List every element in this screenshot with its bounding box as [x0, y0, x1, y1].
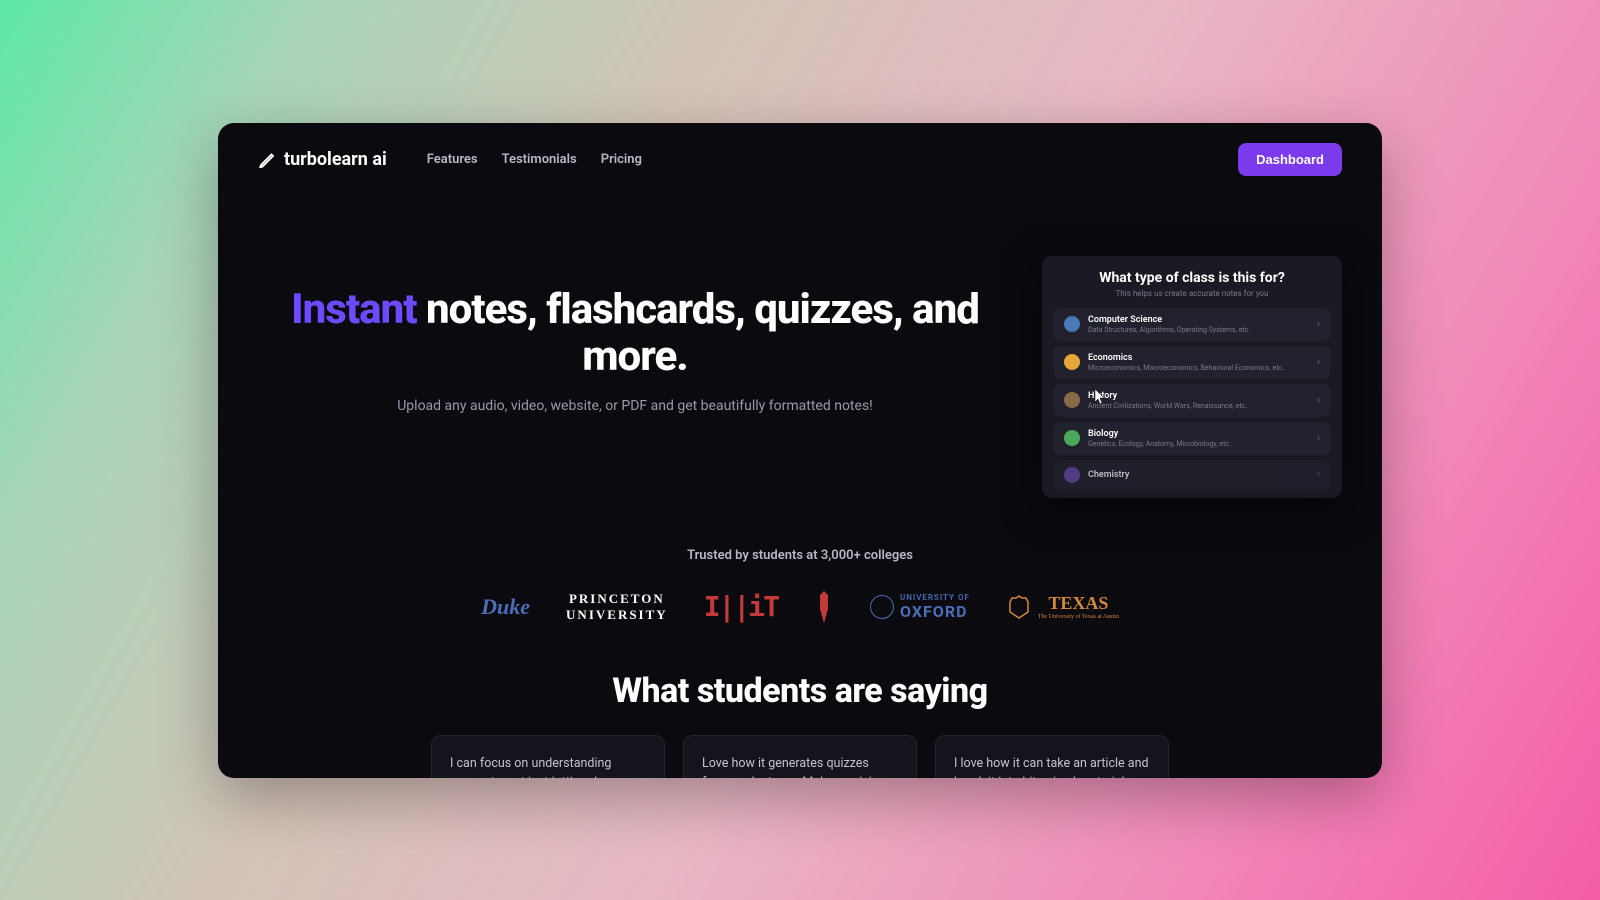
- logo-duke: Duke: [481, 587, 530, 627]
- class-option-computer-science[interactable]: Computer ScienceData Structures, Algorit…: [1054, 308, 1330, 341]
- modal-title: What type of class is this for?: [1054, 270, 1330, 286]
- class-name: Economics: [1088, 353, 1309, 363]
- class-option-biology[interactable]: BiologyGenetics, Ecology, Anatomy, Micro…: [1054, 422, 1330, 455]
- class-option-history[interactable]: HistoryAncient Civilizations, World Wars…: [1054, 384, 1330, 417]
- hero-section: Instant notes, flashcards, quizzes, and …: [218, 196, 1382, 518]
- class-desc: Genetics, Ecology, Anatomy, Microbiology…: [1088, 440, 1309, 448]
- chevron-right-icon: ›: [1317, 319, 1320, 330]
- class-subject-icon: [1064, 354, 1080, 370]
- testimonials-heading: What students are saying: [218, 671, 1382, 711]
- logo-mit: I||iT: [704, 587, 778, 627]
- testimonial-card: I love how it can take an article and br…: [935, 735, 1169, 778]
- app-window: turbolearn ai Features Testimonials Pric…: [218, 123, 1382, 778]
- brand-text: turbolearn ai: [284, 149, 387, 170]
- logo-oxford: UNIVERSITY OFOXFORD: [870, 587, 970, 627]
- testimonials-row: I can focus on understanding concepts, n…: [218, 711, 1382, 778]
- class-name: Biology: [1088, 429, 1309, 439]
- class-type-modal: What type of class is this for? This hel…: [1042, 256, 1342, 498]
- oxford-seal-icon: [870, 595, 894, 619]
- class-subject-icon: [1064, 316, 1080, 332]
- subheadline: Upload any audio, video, website, or PDF…: [258, 398, 1012, 414]
- headline-rest: notes, flashcards, quizzes, and more.: [417, 285, 979, 381]
- chevron-right-icon: ›: [1317, 469, 1320, 480]
- class-desc: Ancient Civilizations, World Wars, Renai…: [1088, 402, 1309, 410]
- pen-icon: [258, 150, 276, 168]
- class-option-economics[interactable]: EconomicsMicroeconomics, Macroeconomics,…: [1054, 346, 1330, 379]
- modal-subtitle: This helps us create accurate notes for …: [1054, 289, 1330, 298]
- testimonial-card: I can focus on understanding concepts, n…: [431, 735, 665, 778]
- brand-logo[interactable]: turbolearn ai: [258, 149, 387, 170]
- nav-testimonials[interactable]: Testimonials: [502, 152, 577, 167]
- testimonial-card: Love how it generates quizzes from my le…: [683, 735, 917, 778]
- class-name: History: [1088, 391, 1309, 401]
- top-nav: turbolearn ai Features Testimonials Pric…: [218, 123, 1382, 196]
- nav-features[interactable]: Features: [427, 152, 478, 167]
- class-option-chemistry[interactable]: Chemistry ›: [1054, 460, 1330, 490]
- class-subject-icon: [1064, 430, 1080, 446]
- chevron-right-icon: ›: [1317, 433, 1320, 444]
- class-name: Chemistry: [1088, 470, 1309, 480]
- texas-seal-icon: [1006, 594, 1032, 620]
- headline: Instant notes, flashcards, quizzes, and …: [258, 286, 1012, 380]
- university-logos: Duke PRINCETONUNIVERSITY I||iT UNIVERSIT…: [218, 587, 1382, 627]
- logo-texas: TEXASThe University of Texas at Austin: [1006, 587, 1119, 627]
- hero-right: What type of class is this for? This hel…: [1042, 286, 1342, 498]
- class-subject-icon: [1064, 392, 1080, 408]
- nav-pricing[interactable]: Pricing: [601, 152, 642, 167]
- class-desc: Data Structures, Algorithms, Operating S…: [1088, 326, 1309, 334]
- headline-accent: Instant: [291, 285, 416, 334]
- logo-stanford: [814, 587, 834, 627]
- nav-links: Features Testimonials Pricing: [427, 152, 642, 167]
- chevron-right-icon: ›: [1317, 357, 1320, 368]
- logo-princeton: PRINCETONUNIVERSITY: [566, 587, 668, 627]
- class-subject-icon: [1064, 467, 1080, 483]
- class-name: Computer Science: [1088, 315, 1309, 325]
- trusted-text: Trusted by students at 3,000+ colleges: [218, 548, 1382, 563]
- class-desc: Microeconomics, Macroeconomics, Behavior…: [1088, 364, 1309, 372]
- dashboard-button[interactable]: Dashboard: [1238, 143, 1342, 176]
- hero-left: Instant notes, flashcards, quizzes, and …: [258, 286, 1012, 414]
- chevron-right-icon: ›: [1317, 395, 1320, 406]
